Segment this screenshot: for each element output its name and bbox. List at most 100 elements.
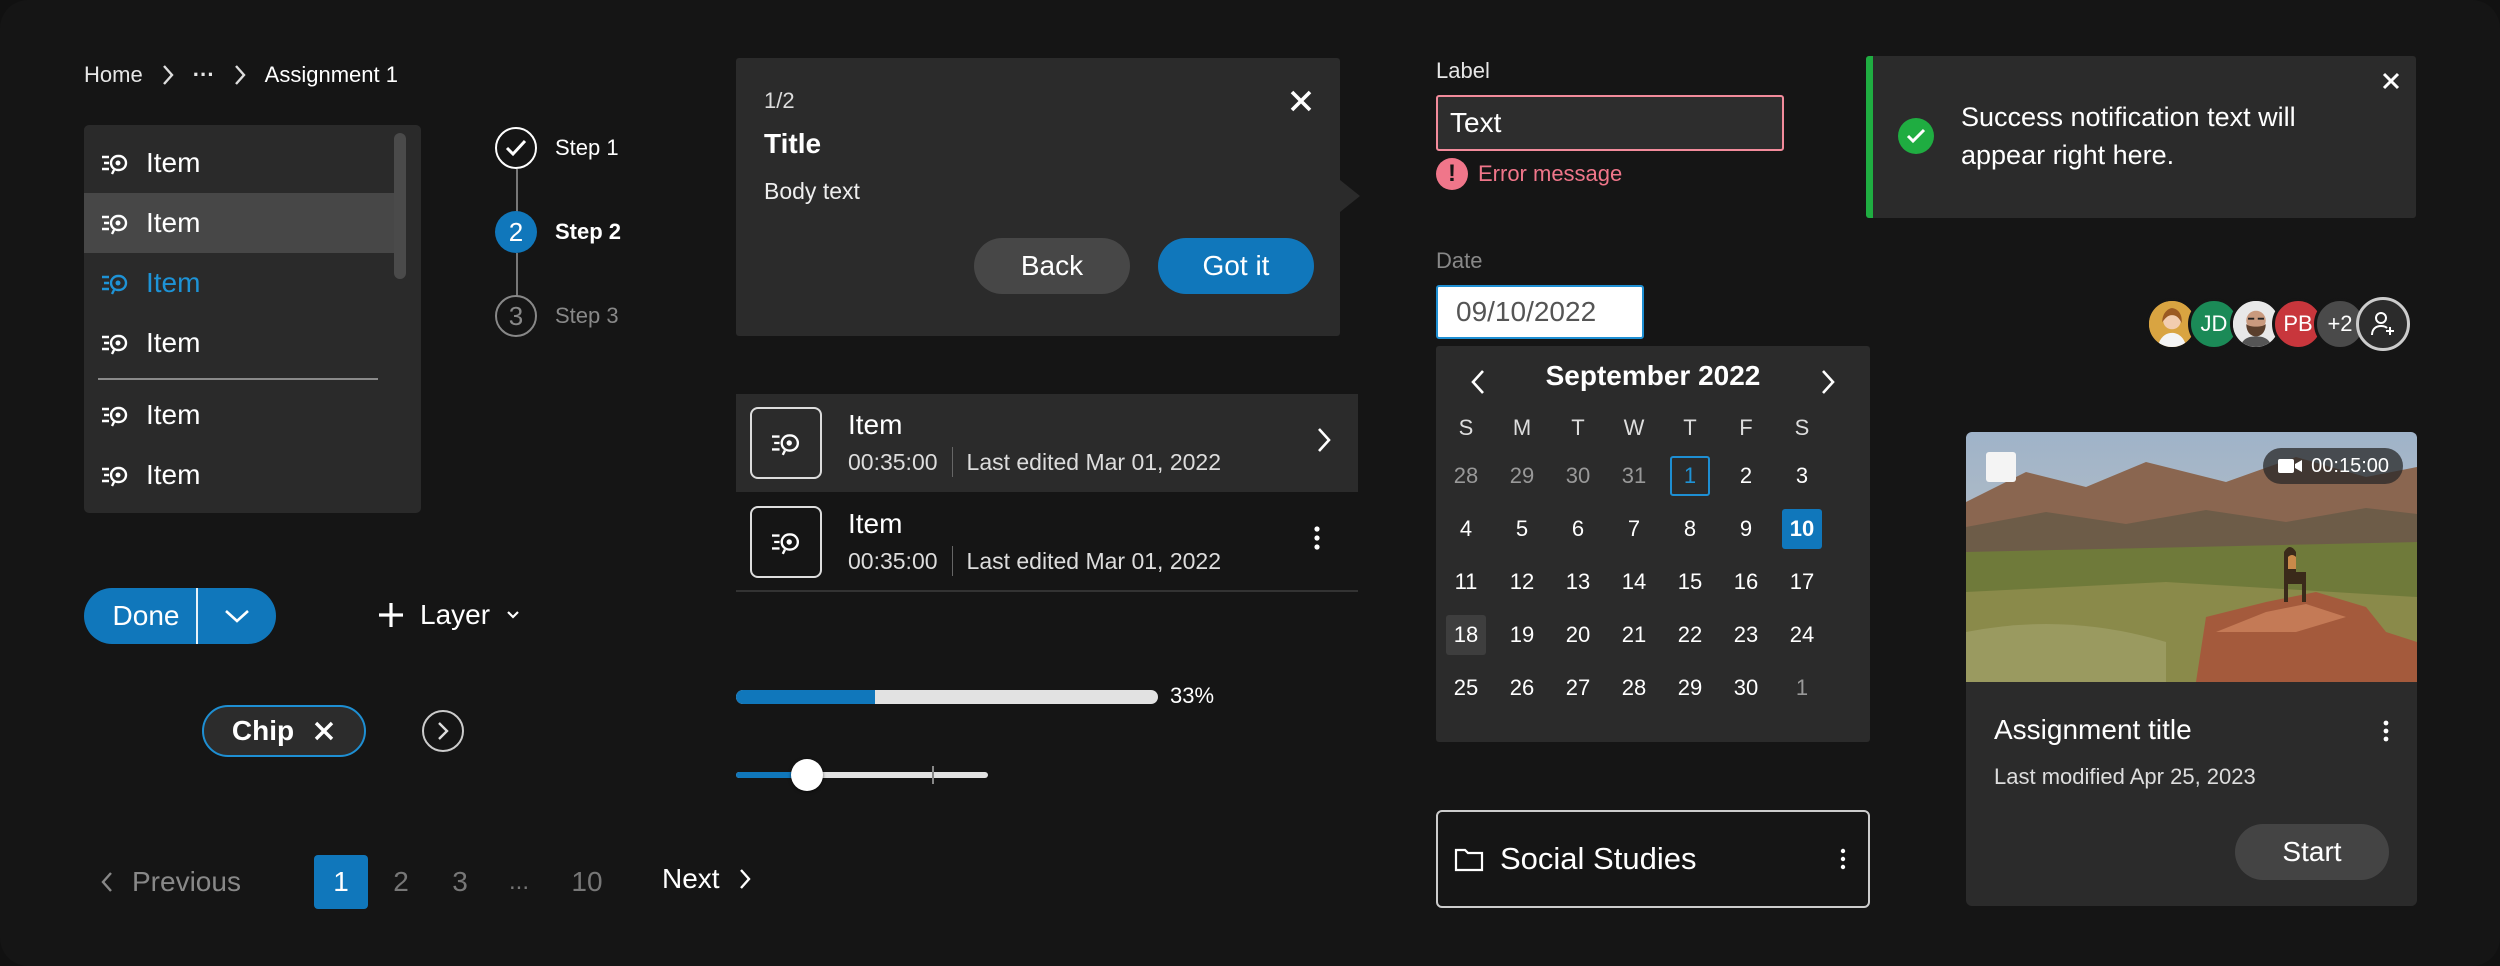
calendar-day[interactable]: 27 — [1558, 668, 1598, 708]
folder-card[interactable]: Social Studies — [1436, 810, 1870, 908]
calendar-day[interactable]: 2 — [1726, 456, 1766, 496]
list-item[interactable]: Item 00:35:00 Last edited Mar 01, 2022 — [736, 494, 1358, 592]
done-split-button: Done — [84, 588, 276, 644]
breadcrumb-current: Assignment 1 — [264, 62, 398, 87]
menu-item-selected[interactable]: Item — [84, 193, 394, 253]
layer-button[interactable]: Layer — [376, 594, 520, 636]
menu-item-label: Item — [146, 459, 201, 490]
chevron-right-icon — [161, 63, 175, 87]
more-vertical-icon[interactable] — [1314, 524, 1320, 552]
calendar-day[interactable]: 28 — [1614, 668, 1654, 708]
page-3[interactable]: 3 — [433, 855, 487, 909]
date-label: Date — [1436, 248, 1483, 273]
calendar-day[interactable]: 11 — [1446, 562, 1486, 602]
calendar-day[interactable]: 30 — [1726, 668, 1766, 708]
calendar-day[interactable]: 3 — [1782, 456, 1822, 496]
breadcrumb-home[interactable]: Home — [84, 62, 143, 88]
chip[interactable]: Chip — [202, 705, 366, 757]
menu-item[interactable]: Item — [84, 313, 394, 373]
chevron-down-icon — [506, 610, 520, 620]
list-item[interactable]: Item 00:35:00 Last edited Mar 01, 2022 — [736, 394, 1358, 492]
previous-button[interactable]: Previous — [100, 866, 241, 898]
menu-item-label: Item — [146, 267, 201, 298]
more-vertical-icon[interactable] — [1840, 846, 1846, 872]
error-message: ! Error message — [1436, 158, 1622, 190]
close-icon[interactable] — [2382, 72, 2400, 90]
date-input[interactable]: 09/10/2022 — [1436, 285, 1644, 339]
card-modified: Last modified Apr 25, 2023 — [1994, 764, 2256, 789]
calendar-day[interactable]: 19 — [1502, 615, 1542, 655]
chevron-right-icon — [1316, 426, 1332, 454]
calendar-day[interactable]: 16 — [1726, 562, 1766, 602]
page-1[interactable]: 1 — [314, 855, 368, 909]
menu-scrollbar[interactable] — [394, 133, 406, 279]
more-vertical-icon[interactable] — [2383, 718, 2389, 744]
calendar-day[interactable]: 6 — [1558, 509, 1598, 549]
calendar-day[interactable]: 18 — [1446, 615, 1486, 655]
item-icon — [750, 506, 822, 578]
chevron-right-icon[interactable] — [1820, 368, 1836, 396]
page-10[interactable]: 10 — [553, 855, 621, 909]
calendar-day[interactable]: 29 — [1670, 668, 1710, 708]
calendar-day[interactable]: 29 — [1502, 456, 1542, 496]
breadcrumb-ellipsis[interactable]: ··· — [193, 62, 215, 88]
slider-handle[interactable] — [790, 759, 823, 791]
page-2[interactable]: 2 — [374, 855, 428, 909]
back-button[interactable]: Back — [974, 238, 1130, 294]
menu-item[interactable]: Item — [84, 133, 394, 193]
calendar-day[interactable]: 26 — [1502, 668, 1542, 708]
card-thumbnail[interactable]: 00:15:00 — [1966, 432, 2417, 682]
select-checkbox[interactable] — [1986, 452, 2016, 482]
calendar-day[interactable]: 22 — [1670, 615, 1710, 655]
got-it-button[interactable]: Got it — [1158, 238, 1314, 294]
text-input[interactable]: Text — [1436, 95, 1784, 151]
calendar-day[interactable]: 17 — [1782, 562, 1822, 602]
calendar-day[interactable]: 4 — [1446, 509, 1486, 549]
chevron-left-icon — [100, 870, 114, 894]
menu-divider — [98, 378, 378, 380]
menu-item[interactable]: Item — [84, 385, 394, 445]
menu-item-active[interactable]: Item — [84, 253, 394, 313]
start-button[interactable]: Start — [2235, 824, 2389, 880]
calendar-day[interactable]: 1 — [1782, 668, 1822, 708]
list-item-title: Item — [848, 508, 903, 539]
calendar-day[interactable]: 12 — [1502, 562, 1542, 602]
step-2[interactable]: 2 Step 2 — [495, 211, 621, 253]
step-3[interactable]: 3 Step 3 — [495, 295, 619, 337]
step-1[interactable]: Step 1 — [495, 127, 619, 169]
calendar-day[interactable]: 28 — [1446, 456, 1486, 496]
close-icon[interactable] — [1288, 88, 1314, 114]
calendar-day[interactable]: 9 — [1726, 509, 1766, 549]
calendar-day[interactable]: 30 — [1558, 456, 1598, 496]
calendar-day[interactable]: 15 — [1670, 562, 1710, 602]
done-button[interactable]: Done — [84, 600, 196, 632]
calendar-day[interactable]: 20 — [1558, 615, 1598, 655]
next-button[interactable]: Next — [662, 863, 752, 895]
error-icon: ! — [1436, 158, 1468, 190]
calendar-day[interactable]: 23 — [1726, 615, 1766, 655]
calendar-day[interactable]: 1 — [1670, 456, 1710, 496]
close-icon[interactable] — [312, 719, 336, 743]
chevron-right-circle-button[interactable] — [422, 710, 464, 752]
calendar-day[interactable]: 24 — [1782, 615, 1822, 655]
list-item-duration: 00:35:00 — [848, 448, 938, 475]
chevron-down-icon[interactable] — [198, 608, 276, 624]
calendar-day[interactable]: 31 — [1614, 456, 1654, 496]
divider — [951, 447, 953, 477]
slider[interactable] — [736, 759, 988, 791]
error-text: Error message — [1478, 161, 1623, 186]
item-icon — [100, 402, 130, 428]
calendar-day[interactable]: 25 — [1446, 668, 1486, 708]
calendar-day[interactable]: 5 — [1502, 509, 1542, 549]
item-icon — [100, 210, 130, 236]
calendar-day[interactable]: 14 — [1614, 562, 1654, 602]
calendar-day[interactable]: 7 — [1614, 509, 1654, 549]
list-item-duration: 00:35:00 — [848, 547, 938, 574]
calendar-day[interactable]: 21 — [1614, 615, 1654, 655]
calendar-day[interactable]: 10 — [1782, 509, 1822, 549]
calendar-day[interactable]: 8 — [1670, 509, 1710, 549]
calendar-day[interactable]: 13 — [1558, 562, 1598, 602]
assignment-card: 00:15:00 Assignment title Last modified … — [1966, 432, 2417, 906]
add-person-button[interactable] — [2356, 297, 2410, 351]
menu-item[interactable]: Item — [84, 445, 394, 505]
